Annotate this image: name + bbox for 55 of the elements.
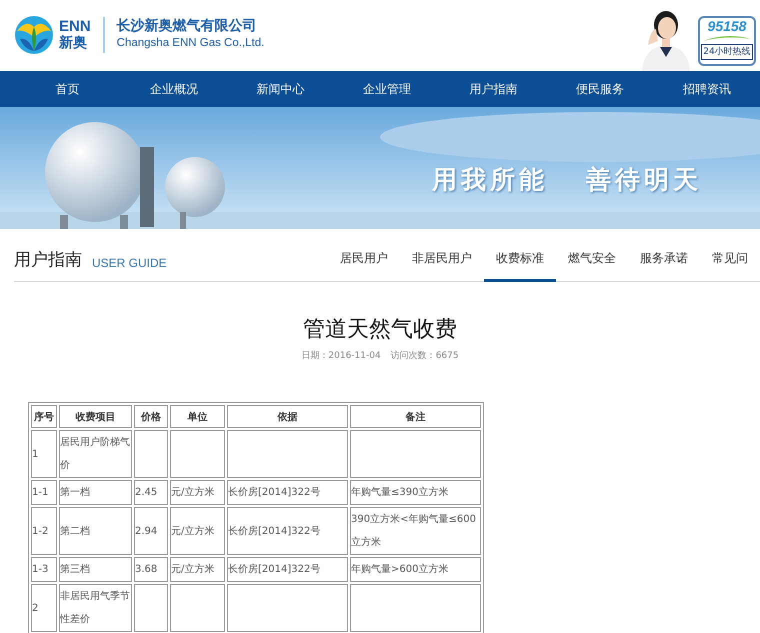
table-cell: 1-3: [32, 564, 48, 575]
tab[interactable]: 居民用户: [328, 250, 400, 282]
table-cell: 长价房[2014]322号: [228, 526, 320, 536]
table-cell: 第三档: [60, 564, 90, 575]
table-cell: 居民用户阶梯气价: [60, 437, 130, 471]
nav-link[interactable]: 企业概况: [120, 71, 228, 107]
column-header: 备注: [350, 405, 481, 428]
article-date: 日期：2016-11-04: [301, 350, 381, 362]
tab[interactable]: 常见问: [700, 250, 760, 282]
tab[interactable]: 服务承诺: [628, 250, 700, 282]
table-cell: 元/立方米: [171, 526, 214, 536]
nav-link[interactable]: 用户指南: [440, 71, 547, 107]
table-cell: 1-1: [32, 487, 48, 498]
table-cell: 元/立方米: [171, 564, 214, 575]
table-cell: 3.68: [135, 564, 158, 575]
tab[interactable]: 燃气安全: [556, 250, 628, 282]
table-cell: 年购气量>600立方米: [351, 564, 448, 575]
table-cell: 年购气量≤390立方米: [351, 487, 448, 498]
slogan-text: 善待明天: [586, 164, 702, 196]
company-name: 长沙新奥燃气有限公司: [116, 18, 258, 35]
hotline-number: 95158: [708, 18, 746, 34]
column-header: 单位: [170, 405, 225, 428]
article-title: 管道天然气收费: [302, 316, 458, 344]
table-cell: 元/立方米: [171, 487, 214, 498]
table-cell: 长价房[2014]322号: [228, 487, 320, 498]
logo-text: ENN: [59, 19, 91, 35]
visit-count: 访问次数：6675: [390, 350, 459, 362]
slogan-text: 用我所能: [432, 164, 548, 196]
nav-link[interactable]: 首页: [14, 71, 121, 107]
nav-link[interactable]: 企业管理: [334, 71, 440, 107]
table-cell: 1-2: [32, 526, 48, 536]
tab[interactable]: 收费标准: [484, 250, 556, 282]
tab[interactable]: 非居民用户: [400, 250, 484, 282]
hotline-label: 24小时热线: [701, 44, 753, 60]
company-name-english: Changsha ENN Gas Co.,Ltd.: [116, 36, 264, 51]
table-cell: 390立方米<年购气量≤600立方米: [351, 514, 476, 548]
column-header: 依据: [227, 405, 348, 428]
column-header: 收费项目: [59, 405, 132, 428]
table-cell: 2.45: [135, 487, 158, 498]
table-cell: 第一档: [60, 487, 90, 498]
table-cell: 1: [32, 448, 38, 460]
table-cell: 长价房[2014]322号: [228, 564, 320, 575]
table-cell: 非居民用气季节性差价: [60, 591, 130, 625]
table-cell: 第二档: [60, 526, 90, 536]
column-header: 价格: [134, 405, 168, 428]
table-cell: 2.94: [135, 526, 158, 536]
column-header: 序号: [31, 405, 57, 428]
section-subtitle: USER GUIDE: [92, 256, 167, 272]
table-cell: 2: [32, 602, 38, 614]
nav-link[interactable]: 招聘资讯: [653, 71, 760, 107]
nav-link[interactable]: 便民服务: [546, 71, 654, 107]
section-title: 用户指南: [14, 250, 82, 272]
logo-text: 新奥: [59, 35, 88, 51]
logo-icon: [14, 15, 54, 55]
nav-link[interactable]: 新闻中心: [227, 71, 334, 107]
